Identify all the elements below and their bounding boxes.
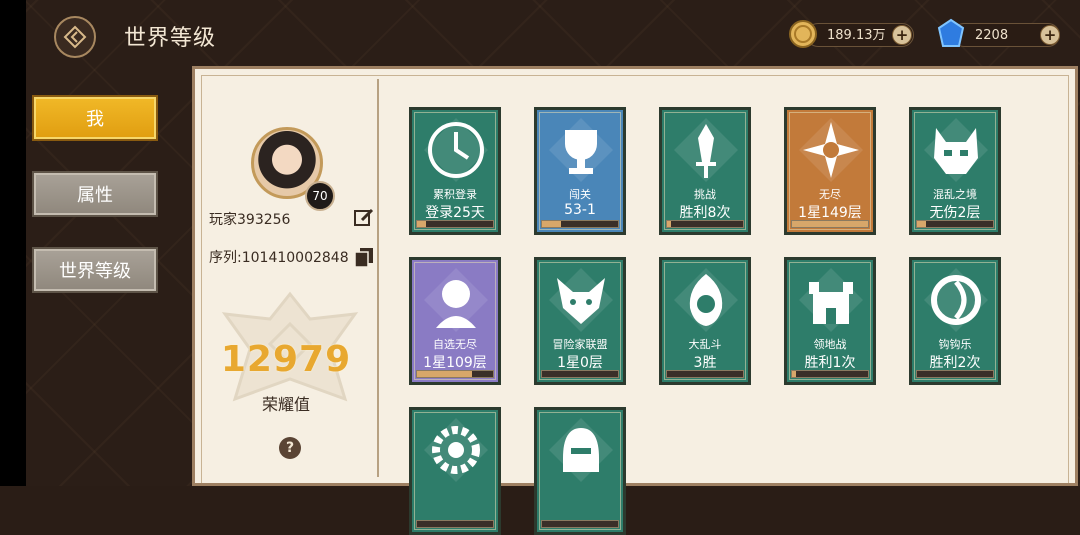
achievement-card[interactable]: 钩钩乐胜利2次 <box>909 257 1001 385</box>
card-progress-bar <box>666 220 744 228</box>
honor-value: 12979 <box>220 339 352 380</box>
card-name: 累积登录 <box>433 188 477 201</box>
achievement-card[interactable]: 大乱斗 3胜 <box>659 257 751 385</box>
level-badge: 70 <box>305 181 335 211</box>
card-progress-bar <box>541 220 619 228</box>
main-panel: 70 玩家393256 序列:101410002848 12979 荣耀值 ? … <box>192 66 1078 535</box>
achievement-card[interactable]: 挑战胜利8次 <box>659 107 751 235</box>
achievement-card[interactable]: 闯关 53-1 <box>534 107 626 235</box>
card-value: 胜利8次 <box>679 205 731 221</box>
add-gold-button[interactable]: + <box>892 25 912 45</box>
edit-icon[interactable] <box>353 207 375 229</box>
card-progress-bar <box>791 220 869 228</box>
card-progress-fill <box>792 371 796 377</box>
card-progress-fill <box>917 221 927 227</box>
card-value: 53-1 <box>564 202 596 218</box>
card-value: 1星0层 <box>557 355 603 371</box>
card-name: 挑战 <box>694 188 716 201</box>
tab-me-label: 我 <box>86 109 104 130</box>
castle-icon <box>799 268 863 332</box>
card-name: 闯关 <box>569 188 591 201</box>
tab-world-level-label: 世界等级 <box>59 261 131 282</box>
help-icon[interactable]: ? <box>279 437 301 459</box>
card-progress-bar <box>416 220 494 228</box>
player-name: 玩家393256 <box>209 212 291 228</box>
card-value: 1星149层 <box>798 205 862 221</box>
achievement-card[interactable]: 领地战胜利1次 <box>784 257 876 385</box>
card-progress-fill <box>417 371 472 377</box>
card-progress-fill <box>417 221 427 227</box>
achievement-card[interactable]: 累积登录登录25天 <box>409 107 501 235</box>
achievement-card[interactable]: 混乱之境无伤2层 <box>909 107 1001 235</box>
card-name: 无尽 <box>819 188 841 201</box>
character-portrait-icon <box>424 268 488 332</box>
blue-crystal-icon <box>934 17 968 51</box>
card-progress-fill <box>792 221 868 227</box>
card-progress-fill <box>542 221 561 227</box>
card-value: 1星109层 <box>423 355 487 371</box>
card-name: 混乱之境 <box>933 188 977 201</box>
card-value: 胜利2次 <box>929 355 981 371</box>
card-progress-bar <box>541 520 619 528</box>
achievement-card[interactable]: 自选无尽 1星109层 <box>409 257 501 385</box>
card-progress-bar <box>791 370 869 378</box>
clock-icon <box>424 118 488 182</box>
card-progress-fill <box>667 221 671 227</box>
add-crystal-button[interactable]: + <box>1040 25 1060 45</box>
card-name: 领地战 <box>813 338 847 351</box>
card-progress-bar <box>416 520 494 528</box>
panel-divider <box>377 79 379 477</box>
tab-world-level[interactable]: 世界等级 <box>32 247 158 293</box>
achievement-card[interactable]: 无尽 1星149层 <box>784 107 876 235</box>
card-progress-bar <box>416 370 494 378</box>
card-progress-bar <box>916 370 994 378</box>
honor-label: 荣耀值 <box>261 395 310 414</box>
card-progress-bar <box>666 370 744 378</box>
back-arrow-icon <box>63 25 87 49</box>
star-icon <box>799 118 863 182</box>
trophy-icon <box>549 118 613 182</box>
helmet-icon <box>549 418 613 482</box>
demon-mask-icon <box>924 118 988 182</box>
card-name: 冒险家联盟 <box>552 338 608 351</box>
tab-attributes-label: 属性 <box>77 185 113 206</box>
tab-me[interactable]: 我 <box>32 95 158 141</box>
gear-crest-icon <box>424 418 488 482</box>
sword-icon <box>674 118 738 182</box>
card-value: 无伤2层 <box>929 205 981 221</box>
flame-shield-icon <box>674 268 738 332</box>
gold-coin-icon <box>786 17 820 51</box>
card-value: 胜利1次 <box>804 355 856 371</box>
back-button[interactable] <box>54 16 96 58</box>
copy-icon[interactable] <box>353 246 375 268</box>
player-serial: 序列:101410002848 <box>209 250 349 266</box>
achievement-card[interactable]: 冒险家联盟 1星0层 <box>534 257 626 385</box>
card-name: 大乱斗 <box>688 338 722 351</box>
card-progress-bar <box>916 220 994 228</box>
achievement-card[interactable] <box>534 407 626 535</box>
avatar-frame[interactable]: 70 <box>243 117 339 213</box>
achievement-card[interactable] <box>409 407 501 535</box>
tab-attributes[interactable]: 属性 <box>32 171 158 217</box>
fox-mask-icon <box>549 268 613 332</box>
crystal-amount: 2208 <box>975 28 1009 43</box>
card-progress-bar <box>541 370 619 378</box>
hook-icon <box>924 268 988 332</box>
card-value: 3胜 <box>693 355 717 371</box>
card-value: 登录25天 <box>425 205 485 221</box>
card-name: 钩钩乐 <box>938 338 972 351</box>
screen-edge <box>0 0 26 486</box>
gold-amount: 189.13万 <box>827 28 886 43</box>
page-title: 世界等级 <box>124 26 217 51</box>
card-name: 自选无尽 <box>433 338 477 351</box>
